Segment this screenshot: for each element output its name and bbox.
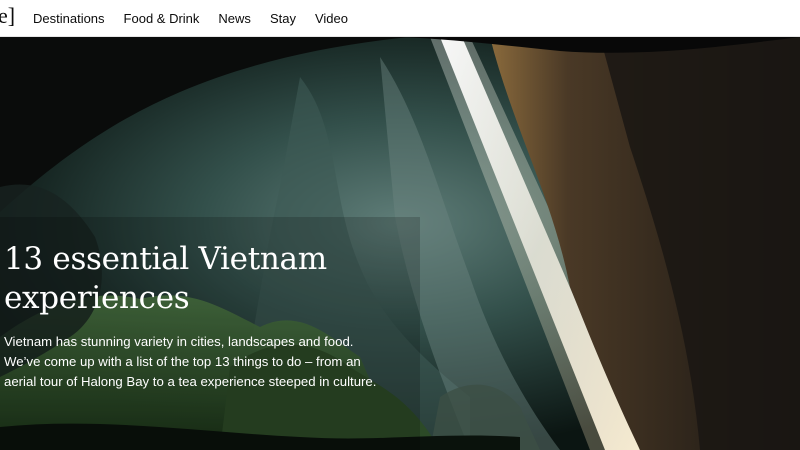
hero-title[interactable]: 13 essential Vietnam experiences [4, 240, 364, 318]
hero-banner[interactable]: 13 essential Vietnam experiences Vietnam… [0, 37, 800, 450]
nav-link-news[interactable]: News [218, 11, 251, 26]
nav-link-stay[interactable]: Stay [270, 11, 296, 26]
top-navigation: e] Destinations Food & Drink News Stay V… [0, 0, 800, 37]
nav-link-destinations[interactable]: Destinations [33, 11, 105, 26]
hero-text-block: 13 essential Vietnam experiences Vietnam… [4, 240, 404, 392]
nav-link-food-drink[interactable]: Food & Drink [124, 11, 200, 26]
section-nav: Destinations Food & Drink News Stay Vide… [33, 0, 367, 36]
nav-link-video[interactable]: Video [315, 11, 348, 26]
hero-description: Vietnam has stunning variety in cities, … [4, 334, 377, 389]
site-logo[interactable]: e] [0, 4, 15, 28]
